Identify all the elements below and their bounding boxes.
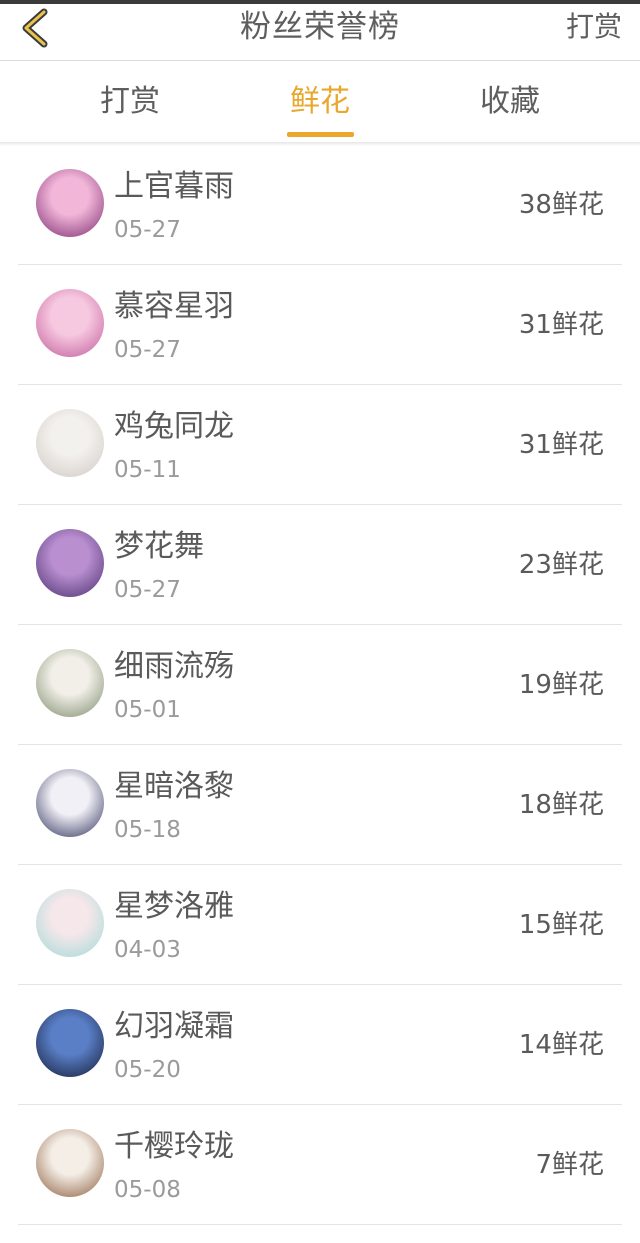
list-item[interactable]: 星暗洛黎 05-18 18鲜花 (18, 745, 622, 865)
list-item[interactable]: 上官暮雨 05-27 38鲜花 (18, 145, 622, 265)
flower-count-unit: 鲜花 (551, 1030, 604, 1060)
flower-count-unit: 鲜花 (551, 550, 604, 580)
flower-count-value: 7 (535, 1150, 552, 1180)
flower-count: 15鲜花 (519, 907, 604, 943)
flower-count: 14鲜花 (519, 1027, 604, 1063)
flower-count-unit: 鲜花 (551, 1150, 604, 1180)
fan-date: 05-20 (114, 1057, 181, 1083)
fan-date: 05-11 (114, 457, 181, 483)
flower-count-value: 19 (518, 670, 552, 700)
list-item[interactable]: 鸡兔同龙 05-11 31鲜花 (18, 385, 622, 505)
flower-count: 18鲜花 (519, 787, 604, 823)
flower-count-value: 18 (518, 790, 552, 820)
flower-count: 23鲜花 (519, 547, 604, 583)
fan-date: 05-27 (114, 337, 181, 363)
flower-count-unit: 鲜花 (551, 190, 604, 220)
list-item[interactable]: 细雨流殇 05-01 19鲜花 (18, 625, 622, 745)
flower-count: 38鲜花 (519, 187, 604, 223)
tab-flowers[interactable]: 鲜花 (260, 80, 380, 124)
list-item[interactable]: 慕容星羽 05-27 31鲜花 (18, 265, 622, 385)
avatar[interactable] (36, 1009, 104, 1077)
fan-name: 鸡兔同龙 (114, 409, 234, 444)
list-item[interactable]: 幻羽凝霜 05-20 14鲜花 (18, 985, 622, 1105)
avatar[interactable] (36, 649, 104, 717)
active-tab-indicator (287, 132, 354, 137)
header-divider (0, 60, 640, 61)
fan-name: 慕容星羽 (114, 289, 234, 324)
fan-date: 05-27 (114, 217, 181, 243)
fan-date: 05-18 (114, 817, 181, 843)
fan-name: 星暗洛黎 (114, 769, 234, 804)
fan-date: 04-03 (114, 937, 181, 963)
fan-name: 千樱玲珑 (114, 1129, 234, 1164)
flower-count-value: 38 (518, 190, 552, 220)
list-item[interactable]: 星梦洛雅 04-03 15鲜花 (18, 865, 622, 985)
avatar[interactable] (36, 769, 104, 837)
flower-count-unit: 鲜花 (551, 310, 604, 340)
list-item[interactable]: 梦花舞 05-27 23鲜花 (18, 505, 622, 625)
fan-name: 梦花舞 (114, 529, 204, 564)
fan-name: 幻羽凝霜 (114, 1009, 234, 1044)
avatar[interactable] (36, 169, 104, 237)
page-title: 粉丝荣誉榜 (240, 9, 400, 45)
flower-count-value: 14 (518, 1030, 552, 1060)
flower-count-value: 23 (518, 550, 552, 580)
fan-name: 细雨流殇 (114, 649, 234, 684)
avatar[interactable] (36, 889, 104, 957)
flower-count-unit: 鲜花 (551, 790, 604, 820)
fan-name: 星梦洛雅 (114, 889, 234, 924)
list-item[interactable]: 千樱玲珑 05-08 7鲜花 (18, 1105, 622, 1225)
flower-count: 31鲜花 (519, 427, 604, 463)
flower-count-value: 31 (518, 430, 552, 460)
fan-date: 05-01 (114, 697, 181, 723)
fan-list: 上官暮雨 05-27 38鲜花 慕容星羽 05-27 31鲜花 鸡兔同龙 05-11 31鲜花梦… (0, 145, 640, 1225)
avatar[interactable] (36, 289, 104, 357)
flower-count-unit: 鲜花 (551, 430, 604, 460)
tab-favorites[interactable]: 收藏 (450, 80, 570, 124)
header: 粉丝荣誉榜 打赏 (0, 4, 640, 60)
tab-bar: 打赏 鲜花 收藏 (0, 62, 640, 142)
avatar[interactable] (36, 1129, 104, 1197)
fan-name: 上官暮雨 (114, 169, 234, 204)
fan-date: 05-08 (114, 1177, 181, 1203)
flower-count: 31鲜花 (519, 307, 604, 343)
flower-count: 19鲜花 (519, 667, 604, 703)
tab-reward[interactable]: 打赏 (70, 80, 190, 124)
fan-date: 05-27 (114, 577, 181, 603)
flower-count-value: 31 (518, 310, 552, 340)
avatar[interactable] (36, 409, 104, 477)
flower-count-unit: 鲜花 (551, 670, 604, 700)
reward-button[interactable]: 打赏 (566, 4, 622, 50)
flower-count-unit: 鲜花 (551, 910, 604, 940)
avatar[interactable] (36, 529, 104, 597)
flower-count-value: 15 (518, 910, 552, 940)
flower-count: 7鲜花 (535, 1147, 604, 1183)
